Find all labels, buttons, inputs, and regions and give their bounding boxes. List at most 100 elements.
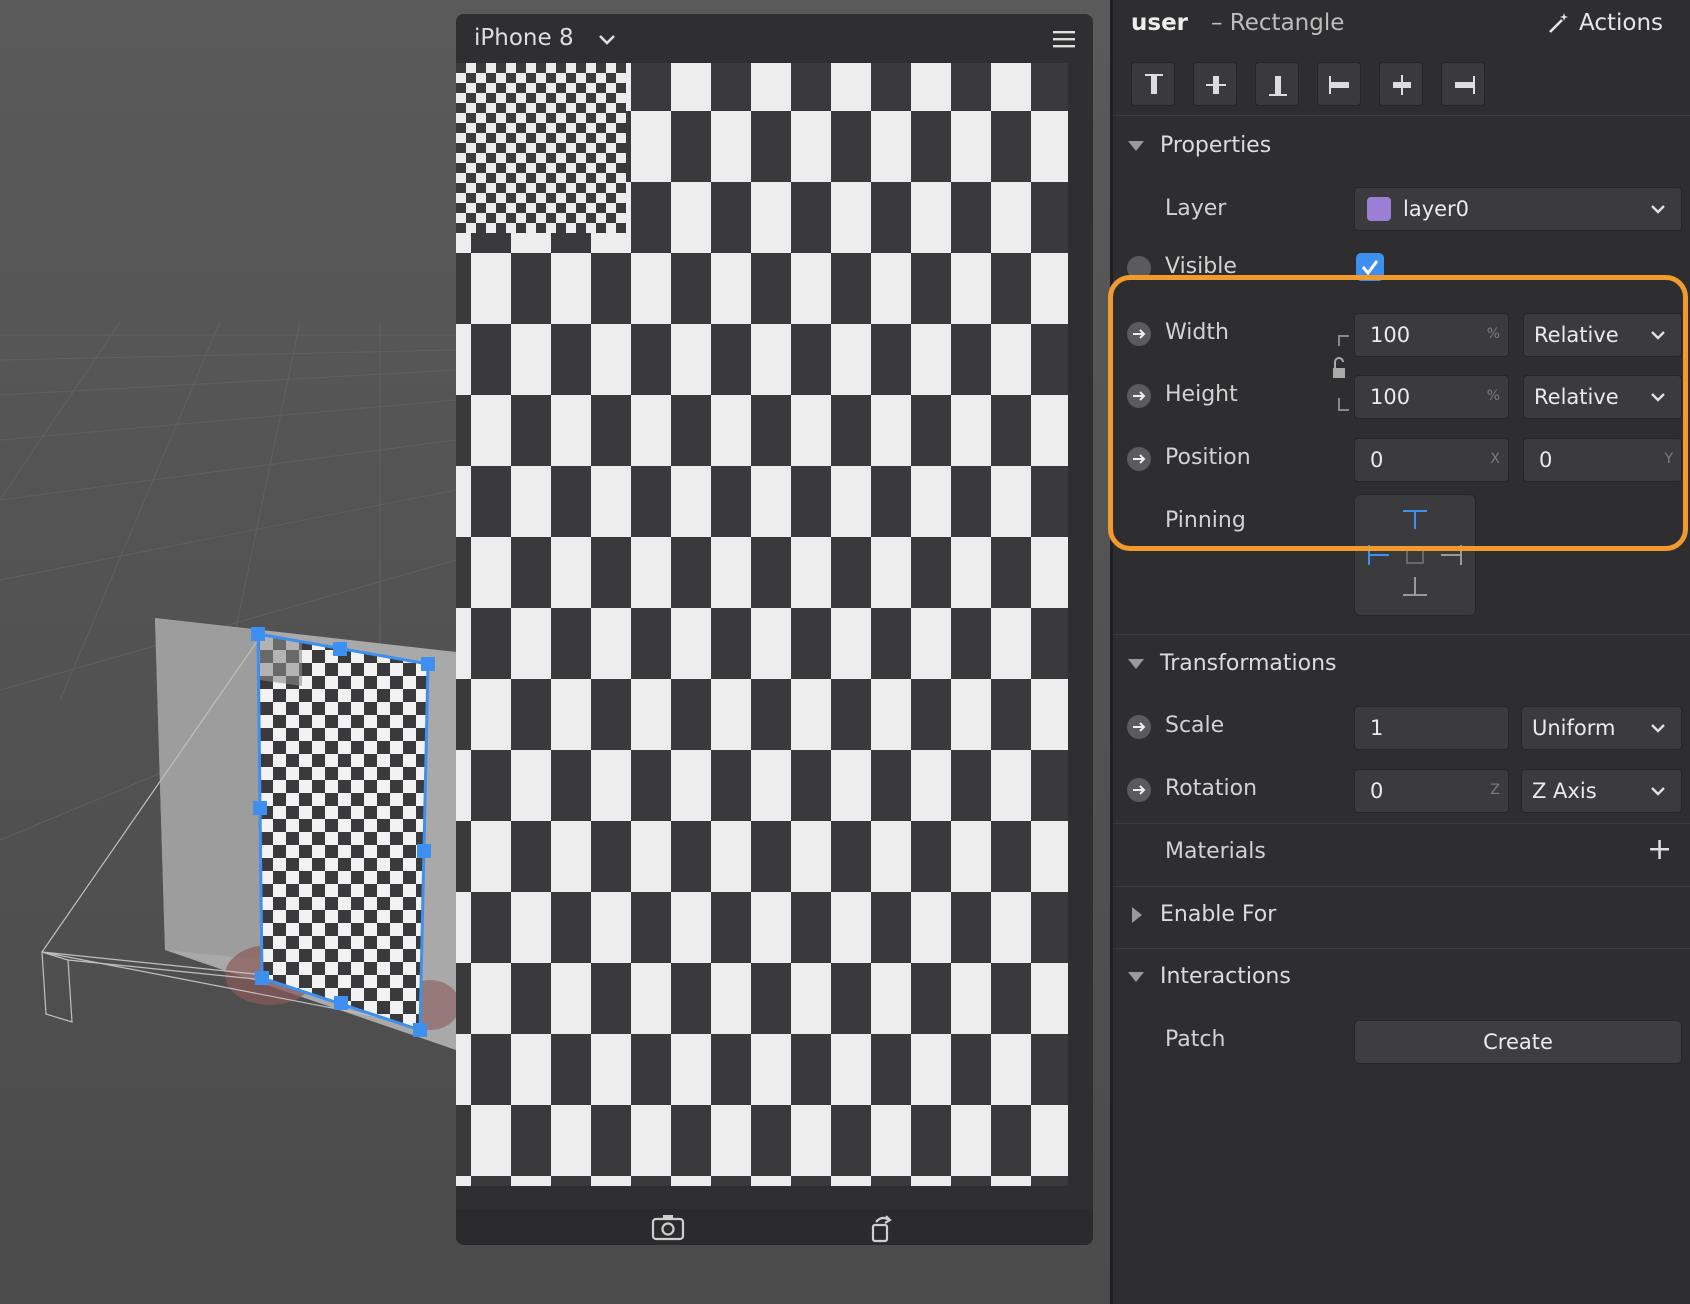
- height-label: Height: [1165, 382, 1238, 407]
- device-simulator: iPhone 8: [456, 14, 1093, 1245]
- properties-section-toggle[interactable]: Properties: [1128, 133, 1271, 158]
- interactions-section-toggle[interactable]: Interactions: [1128, 964, 1291, 989]
- selection-name: user: [1131, 10, 1189, 36]
- collapse-triangle-icon: [1128, 140, 1144, 151]
- divider: [1113, 634, 1690, 635]
- align-top-button[interactable]: [1131, 62, 1175, 106]
- scale-input[interactable]: 1: [1354, 706, 1509, 750]
- chevron-down-icon: [1651, 724, 1665, 733]
- align-left-button[interactable]: [1317, 62, 1361, 106]
- materials-title: Materials: [1165, 839, 1266, 864]
- align-vcenter-button[interactable]: [1193, 62, 1237, 106]
- divider: [1113, 823, 1690, 824]
- align-vcenter-icon: [1206, 76, 1226, 94]
- height-mode-dropdown[interactable]: Relative: [1523, 375, 1682, 419]
- align-bottom-icon: [1269, 76, 1287, 96]
- magic-wand-icon: [1549, 13, 1568, 33]
- rotation-label: Rotation: [1165, 776, 1258, 801]
- align-bottom-button[interactable]: [1255, 62, 1299, 106]
- scale-mode: Uniform: [1532, 716, 1616, 740]
- add-material-button[interactable]: +: [1647, 832, 1672, 867]
- actions-button[interactable]: Actions: [1547, 10, 1663, 36]
- layer-dropdown[interactable]: layer0: [1354, 187, 1682, 231]
- divider: [1113, 948, 1690, 949]
- layer-color-swatch: [1367, 197, 1391, 221]
- selected-rectangle[interactable]: [258, 634, 428, 1030]
- interactions-title: Interactions: [1160, 964, 1291, 989]
- arrow-right-icon[interactable]: [1127, 447, 1151, 471]
- height-unit: %: [1486, 388, 1500, 404]
- enable-for-section-toggle[interactable]: Enable For: [1128, 902, 1276, 927]
- arrow-right-icon[interactable]: [1127, 322, 1151, 346]
- arrow-right-icon[interactable]: [1127, 384, 1151, 408]
- pinning-widget[interactable]: [1354, 494, 1476, 616]
- position-y-unit: Y: [1664, 451, 1673, 467]
- actions-label: Actions: [1579, 10, 1664, 36]
- height-value: 100: [1370, 385, 1411, 409]
- align-right-button[interactable]: [1441, 62, 1485, 106]
- align-hcenter-button[interactable]: [1379, 62, 1423, 106]
- pinning-icon: [1368, 510, 1462, 596]
- chevron-down-icon: [1651, 205, 1665, 214]
- position-y-value: 0: [1539, 448, 1553, 472]
- position-y-input[interactable]: 0 Y: [1523, 438, 1682, 482]
- simulator-screen[interactable]: [456, 63, 1093, 1209]
- height-mode: Relative: [1534, 385, 1619, 409]
- width-mode: Relative: [1534, 323, 1619, 347]
- rotation-value: 0: [1370, 779, 1384, 803]
- patch-label: Patch: [1165, 1027, 1226, 1052]
- simulator-header: iPhone 8: [456, 14, 1093, 63]
- width-unit: %: [1486, 326, 1500, 342]
- height-input[interactable]: 100 %: [1354, 375, 1509, 419]
- inspector-panel: user – Rectangle Actions Properties Laye…: [1110, 0, 1690, 1304]
- simulator-footer: [456, 1209, 1093, 1245]
- width-mode-dropdown[interactable]: Relative: [1523, 313, 1682, 357]
- collapse-triangle-icon: [1128, 971, 1144, 982]
- camera-switch-icon[interactable]: [650, 1213, 686, 1243]
- align-left-icon: [1329, 76, 1349, 94]
- layer-label: Layer: [1165, 196, 1227, 221]
- arrow-right-icon[interactable]: [1127, 256, 1151, 280]
- divider: [1113, 115, 1690, 116]
- expand-triangle-icon: [1132, 906, 1142, 923]
- visible-label: Visible: [1165, 254, 1237, 279]
- scale-label: Scale: [1165, 713, 1225, 738]
- align-hcenter-icon: [1393, 75, 1411, 95]
- divider: [1113, 886, 1690, 887]
- rotation-unit: Z: [1490, 782, 1500, 798]
- width-value: 100: [1370, 323, 1411, 347]
- position-x-unit: X: [1490, 451, 1500, 467]
- selection-type: – Rectangle: [1211, 10, 1345, 36]
- create-label: Create: [1483, 1030, 1553, 1054]
- properties-title: Properties: [1160, 133, 1272, 158]
- chevron-down-icon[interactable]: [595, 28, 619, 52]
- chevron-down-icon: [1651, 787, 1665, 796]
- width-input[interactable]: 100 %: [1354, 313, 1509, 357]
- checkmark-icon: [1361, 260, 1379, 276]
- scale-mode-dropdown[interactable]: Uniform: [1521, 706, 1682, 750]
- position-x-value: 0: [1370, 448, 1384, 472]
- arrow-right-icon[interactable]: [1127, 715, 1151, 739]
- arrow-right-icon[interactable]: [1127, 778, 1151, 802]
- layer-value: layer0: [1403, 197, 1470, 221]
- chevron-down-icon: [1651, 393, 1665, 402]
- visible-checkbox[interactable]: [1356, 253, 1384, 281]
- create-patch-button[interactable]: Create: [1354, 1020, 1682, 1064]
- transformations-title: Transformations: [1160, 651, 1337, 676]
- rotate-icon[interactable]: [864, 1213, 900, 1243]
- scale-value: 1: [1370, 716, 1384, 740]
- rotation-axis: Z Axis: [1532, 779, 1597, 803]
- rotation-axis-dropdown[interactable]: Z Axis: [1521, 769, 1682, 813]
- hamburger-menu-icon[interactable]: [1052, 29, 1076, 49]
- align-top-icon: [1145, 74, 1163, 94]
- position-label: Position: [1165, 445, 1251, 470]
- collapse-triangle-icon: [1128, 658, 1144, 669]
- position-x-input[interactable]: 0 X: [1354, 438, 1509, 482]
- checkerboard-texture: [456, 63, 1068, 1186]
- transformations-section-toggle[interactable]: Transformations: [1128, 651, 1337, 676]
- device-select-label[interactable]: iPhone 8: [474, 25, 574, 51]
- width-label: Width: [1165, 320, 1229, 345]
- rotation-input[interactable]: 0 Z: [1354, 769, 1509, 813]
- chevron-down-icon: [1651, 331, 1665, 340]
- lock-aspect-icon[interactable]: [1327, 334, 1355, 412]
